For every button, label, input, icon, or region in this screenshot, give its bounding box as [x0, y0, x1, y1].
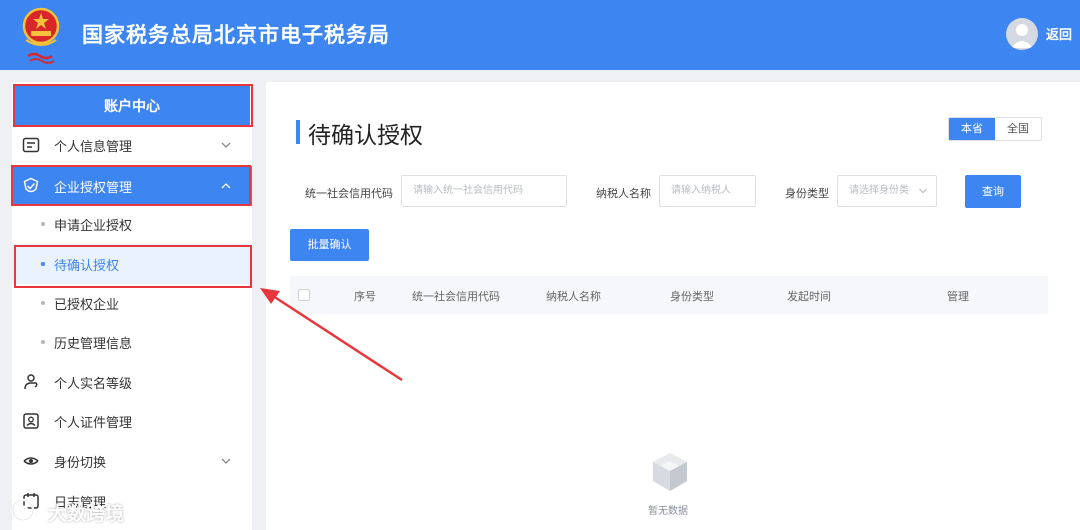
sidebar-item-label: 个人证件管理: [54, 415, 133, 431]
column-header-taxpayer-name: 纳税人名称: [546, 290, 601, 303]
identity-type-placeholder: 请选择身份类: [849, 185, 909, 196]
sidebar-subitem-label: 已授权企业: [54, 297, 120, 313]
tab-nationwide[interactable]: 全国: [995, 118, 1041, 140]
query-button[interactable]: 查询: [965, 175, 1021, 208]
credit-code-placeholder: 请输入统一社会信用代码: [413, 185, 523, 196]
watermark: 大数跨境: [10, 497, 160, 525]
page-title: 待确认授权: [308, 123, 423, 149]
sidebar-subitem-apply-auth[interactable]: 申请企业授权: [12, 204, 252, 244]
empty-state-text: 暂无数据: [648, 506, 688, 517]
chevron-down-icon: [221, 458, 231, 464]
switch-icon: [23, 457, 39, 465]
sidebar-item-label: 个人信息管理: [54, 139, 133, 155]
column-header-initiated-time: 发起时间: [787, 290, 831, 303]
empty-box-icon: [653, 453, 687, 491]
sidebar-item-label: 个人实名等级: [54, 376, 133, 392]
sidebar-item-realname-level[interactable]: 个人实名等级: [12, 362, 252, 402]
taxpayer-name-placeholder: 请输入纳税人: [671, 185, 731, 196]
sidebar-subitem-label: 历史管理信息: [54, 336, 133, 352]
column-header-identity-type: 身份类型: [670, 290, 714, 303]
column-header-manage: 管理: [947, 290, 969, 303]
bullet-dot: [41, 340, 45, 344]
identity-type-select[interactable]: 请选择身份类: [837, 175, 937, 207]
sidebar-subitem-label: 申请企业授权: [54, 218, 133, 234]
sidebar: 账户中心 个人信息管理 企业授权管理 申请企业授权 待确认授权 已授权企业 历史…: [11, 82, 253, 530]
credit-code-label: 统一社会信用代码: [305, 187, 393, 200]
column-header-credit-code: 统一社会信用代码: [412, 290, 500, 303]
user-hand-icon: [24, 374, 38, 390]
sidebar-item-label: 身份切换: [54, 455, 107, 471]
top-header: 国家税务总局北京市电子税务局 返回: [0, 0, 1080, 70]
back-link[interactable]: 返回: [1046, 24, 1072, 43]
batch-confirm-button[interactable]: 批量确认: [290, 229, 369, 261]
watermark-logo-icon: [11, 498, 35, 522]
title-accent-bar: [296, 120, 300, 144]
highlight-box-enterprise-auth: [11, 165, 251, 206]
id-card-icon: [22, 137, 40, 153]
user-icon: [1011, 24, 1033, 48]
national-emblem-icon: [22, 7, 60, 64]
scope-toggle: 本省 全国: [948, 117, 1042, 141]
credit-code-input[interactable]: 请输入统一社会信用代码: [401, 175, 567, 207]
sidebar-item-id-documents[interactable]: 个人证件管理: [12, 401, 252, 441]
highlight-box-pending-auth: [14, 245, 252, 288]
taxpayer-name-input[interactable]: 请输入纳税人: [659, 175, 756, 207]
sidebar-item-identity-switch[interactable]: 身份切换: [12, 441, 252, 481]
identity-type-label: 身份类型: [785, 187, 829, 200]
sidebar-item-personal-info[interactable]: 个人信息管理: [12, 125, 252, 165]
sidebar-subitem-authorized[interactable]: 已授权企业: [12, 283, 252, 323]
highlight-box-account-center: [13, 84, 253, 127]
site-title: 国家税务总局北京市电子税务局: [82, 23, 390, 47]
taxpayer-name-label: 纳税人名称: [596, 187, 651, 200]
watermark-text: 大数跨境: [48, 503, 125, 525]
sidebar-subitem-history[interactable]: 历史管理信息: [12, 322, 252, 362]
id-badge-icon: [23, 413, 39, 429]
bullet-dot: [41, 301, 45, 305]
tab-province[interactable]: 本省: [949, 118, 995, 140]
bullet-dot: [41, 222, 45, 226]
chevron-down-icon: [919, 188, 927, 194]
annotation-arrow-icon: [260, 288, 403, 382]
user-avatar[interactable]: [1006, 18, 1038, 50]
chevron-down-icon: [221, 142, 231, 148]
